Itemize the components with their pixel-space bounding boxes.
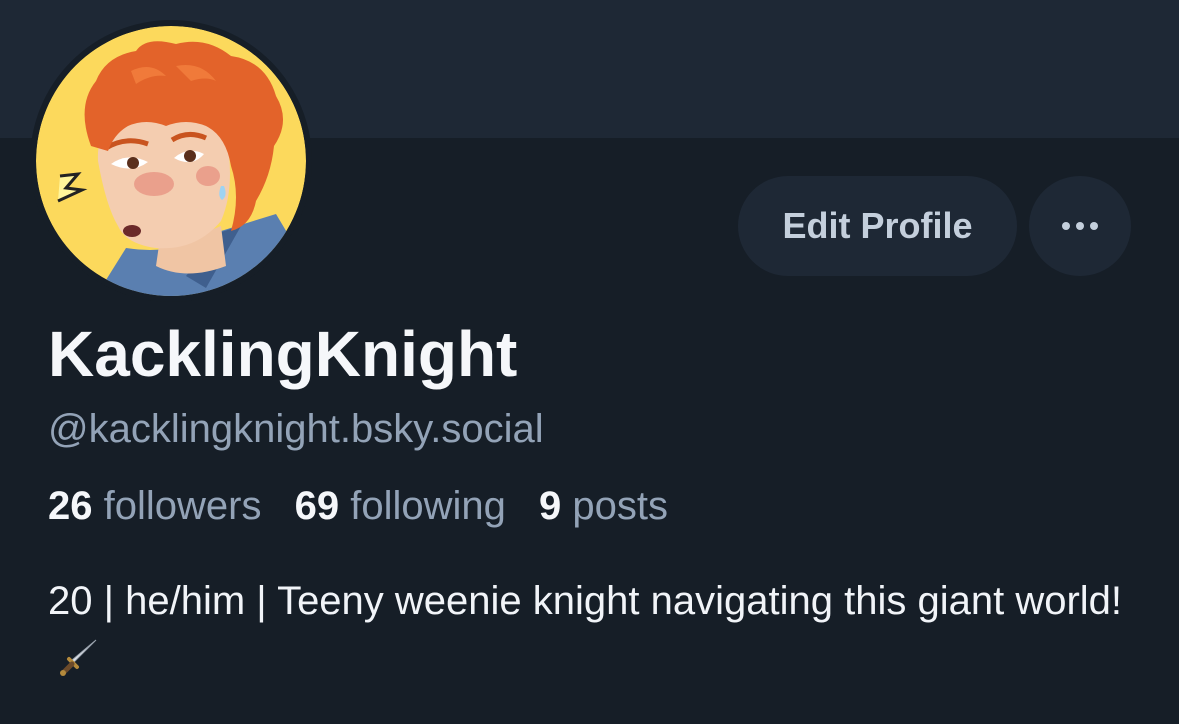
bio-text: 20 | he/him | Teeny weenie knight naviga… xyxy=(48,579,1123,623)
following-label: following xyxy=(350,484,506,528)
followers-count: 26 xyxy=(48,484,93,528)
ellipsis-icon xyxy=(1059,222,1101,230)
profile-bio: 20 | he/him | Teeny weenie knight naviga… xyxy=(48,572,1138,694)
profile-handle: @kacklingknight.bsky.social xyxy=(48,407,544,451)
profile-avatar[interactable] xyxy=(30,20,312,302)
profile-stats: 26 followers 69 following 9 posts xyxy=(48,481,690,531)
following-stat[interactable]: 69 following xyxy=(295,481,506,531)
posts-label: posts xyxy=(572,484,668,528)
following-count: 69 xyxy=(294,484,340,528)
dagger-icon xyxy=(58,636,100,694)
posts-stat: 9 posts xyxy=(539,481,668,531)
more-options-button[interactable] xyxy=(1029,176,1131,276)
edit-profile-button[interactable]: Edit Profile xyxy=(738,176,1017,276)
followers-label: followers xyxy=(103,484,262,528)
followers-stat[interactable]: 26 followers xyxy=(48,481,261,531)
avatar-illustration xyxy=(36,26,306,296)
posts-count: 9 xyxy=(539,484,562,528)
display-name: KacklingKnight xyxy=(48,318,518,390)
